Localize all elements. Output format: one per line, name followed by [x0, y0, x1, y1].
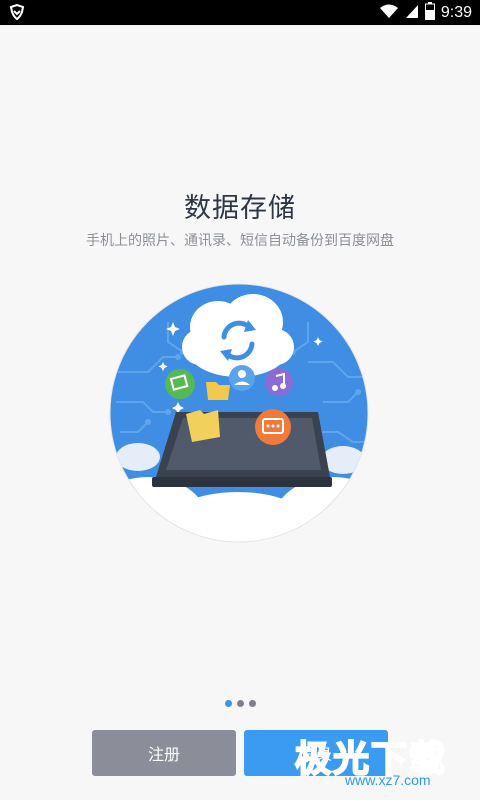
page-dot [236, 700, 244, 707]
register-button[interactable]: 注册 [92, 730, 236, 776]
page-subtitle: 手机上的照片、通讯录、短信自动备份到百度网盘 [86, 233, 394, 249]
cloud-backup-illustration [108, 282, 370, 544]
page-dot [224, 700, 232, 707]
watermark: 极光下载 www.xz7.com [294, 730, 475, 790]
signal-icon [405, 3, 419, 23]
shield-icon [8, 3, 26, 25]
page-dot [248, 700, 256, 707]
status-bar: 9:39 [0, 0, 480, 25]
page-title: 数据存储 [184, 193, 296, 224]
page-indicator [0, 700, 480, 707]
watermark-url: www.xz7.com [345, 772, 431, 788]
battery-icon [424, 1, 435, 24]
clock: 9:39 [440, 3, 472, 21]
status-icons: 9:39 [379, 0, 472, 25]
wifi-icon [379, 3, 399, 23]
